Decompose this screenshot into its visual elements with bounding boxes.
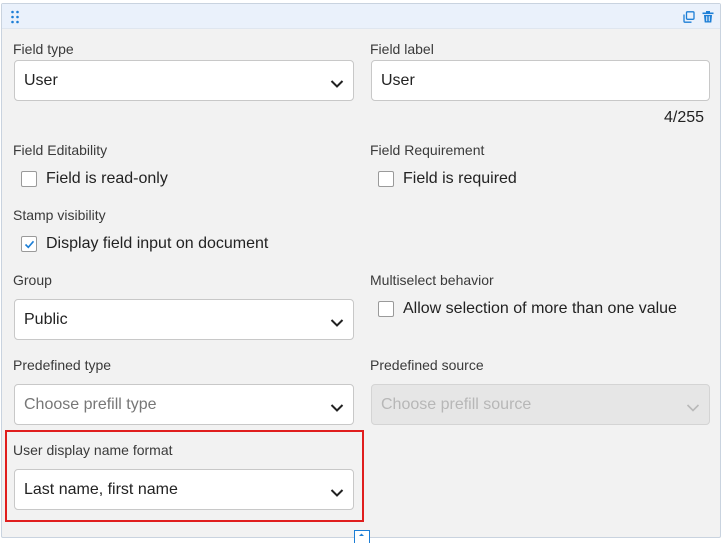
- chevron-down-icon: [330, 400, 344, 412]
- read-only-checkbox-label: Field is read-only: [46, 170, 168, 187]
- panel-toolbar: [2, 4, 720, 29]
- field-type-select[interactable]: User: [14, 60, 354, 101]
- character-counter: 4/255: [664, 109, 705, 126]
- field-label-value: User: [381, 72, 415, 89]
- stamp-visibility-label: Stamp visibility: [13, 207, 106, 223]
- field-editability-label: Field Editability: [13, 142, 108, 158]
- user-display-name-format-value: Last name, first name: [24, 481, 178, 498]
- display-on-document-label: Display field input on document: [46, 235, 269, 252]
- multiselect-checkbox[interactable]: Allow selection of more than one value: [378, 300, 698, 320]
- read-only-checkbox[interactable]: Field is read-only: [21, 170, 241, 190]
- checkbox-box[interactable]: [378, 171, 394, 187]
- predefined-type-placeholder: Choose prefill type: [24, 396, 157, 413]
- chevron-down-icon: [330, 76, 344, 88]
- checkbox-box[interactable]: [21, 171, 37, 187]
- checkbox-box[interactable]: [378, 301, 394, 317]
- display-on-document-checkbox[interactable]: Display field input on document: [21, 235, 311, 255]
- group-value: Public: [24, 311, 68, 328]
- field-type-value: User: [24, 72, 58, 89]
- chevron-down-icon: [330, 315, 344, 327]
- checkmark-icon: [24, 240, 35, 249]
- predefined-source-placeholder: Choose prefill source: [381, 396, 532, 413]
- chevron-down-icon: [686, 400, 700, 412]
- field-label-label: Field label: [370, 41, 434, 57]
- field-requirement-label: Field Requirement: [370, 142, 485, 158]
- multiselect-behavior-label: Multiselect behavior: [370, 272, 494, 288]
- field-label-input[interactable]: User: [371, 60, 710, 101]
- chevron-down-icon: [330, 485, 344, 497]
- copy-icon[interactable]: [683, 11, 695, 23]
- group-select[interactable]: Public: [14, 299, 354, 340]
- drag-handle-icon[interactable]: [10, 10, 20, 24]
- user-display-name-format-label: User display name format: [13, 442, 173, 458]
- resize-handle-icon[interactable]: [354, 530, 370, 543]
- group-label: Group: [13, 272, 52, 288]
- predefined-source-select: Choose prefill source: [371, 384, 710, 425]
- required-checkbox[interactable]: Field is required: [378, 170, 598, 190]
- checkbox-box[interactable]: [21, 236, 37, 252]
- predefined-type-label: Predefined type: [13, 357, 112, 373]
- required-checkbox-label: Field is required: [403, 170, 517, 187]
- field-type-label: Field type: [13, 41, 74, 57]
- predefined-source-label: Predefined source: [370, 357, 484, 373]
- user-display-name-format-select[interactable]: Last name, first name: [14, 469, 354, 510]
- multiselect-checkbox-label: Allow selection of more than one value: [403, 300, 677, 317]
- predefined-type-select[interactable]: Choose prefill type: [14, 384, 354, 425]
- field-settings-panel: Field type User Field label User 4/255 F…: [1, 3, 721, 538]
- trash-icon[interactable]: [702, 11, 714, 23]
